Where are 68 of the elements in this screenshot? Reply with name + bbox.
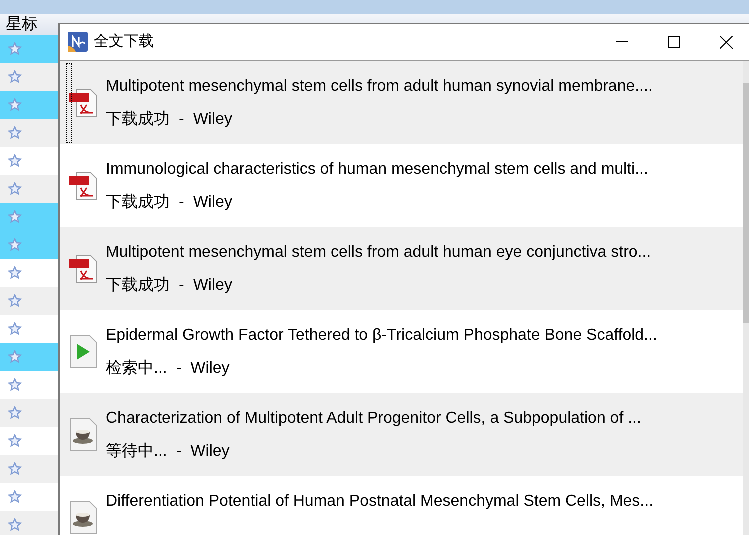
article-title: Multipotent mesenchymal stem cells from adult human eye conjunctiva stro... <box>106 242 652 262</box>
separator: - <box>179 276 184 296</box>
separator: - <box>179 110 184 130</box>
article-title: Characterization of Multipotent Adult Progenitor Cells, a Subpopulation of ... <box>106 408 642 428</box>
source-name: Wiley <box>193 192 232 212</box>
scrollbar-thumb[interactable] <box>743 83 749 323</box>
pdf-file-icon <box>68 86 100 118</box>
window-title: 全文下载 <box>94 32 154 52</box>
star-icon[interactable] <box>8 266 22 280</box>
star-icon[interactable] <box>8 518 22 532</box>
article-title: Epidermal Growth Factor Tethered to β-Tricalcium Phosphate Bone Scaffold... <box>106 326 658 346</box>
download-status: 下载成功 <box>106 276 170 296</box>
table-row[interactable] <box>0 455 58 483</box>
star-icon[interactable] <box>8 210 22 224</box>
source-name: Wiley <box>190 442 230 462</box>
table-row[interactable] <box>0 287 58 315</box>
star-icon[interactable] <box>8 238 22 252</box>
table-row[interactable] <box>0 399 58 427</box>
table-row[interactable] <box>0 231 58 259</box>
table-row[interactable] <box>0 63 58 91</box>
star-icon[interactable] <box>8 378 22 392</box>
star-icon[interactable] <box>8 154 22 168</box>
close-icon <box>720 36 732 48</box>
download-status: 下载成功 <box>106 192 170 212</box>
table-row[interactable] <box>0 175 58 203</box>
table-row[interactable] <box>0 91 58 119</box>
article-title: Immunological characteristics of human mesenchymal stem cells and multi... <box>106 160 648 180</box>
download-status: 检索中... <box>106 358 168 378</box>
download-item[interactable]: Multipotent mesenchymal stem cells from adult human synovial membrane.... 下载成功 - Wiley <box>60 61 743 144</box>
star-icon[interactable] <box>8 350 22 364</box>
star-icon[interactable] <box>8 126 22 140</box>
pdf-file-icon <box>68 252 100 284</box>
separator: - <box>176 442 182 462</box>
table-row[interactable] <box>0 511 58 535</box>
star-icon[interactable] <box>8 434 22 448</box>
star-icon[interactable] <box>8 406 22 420</box>
star-icon[interactable] <box>8 322 22 336</box>
table-row[interactable] <box>0 35 58 63</box>
coffee-cup-file-icon <box>70 418 98 452</box>
source-name: Wiley <box>190 358 230 378</box>
minimize-icon <box>616 41 628 43</box>
download-item[interactable]: Multipotent mesenchymal stem cells from adult human eye conjunctiva stro... 下载成功 - Wiley <box>60 227 743 310</box>
separator: - <box>179 192 184 212</box>
table-row[interactable] <box>0 203 58 231</box>
app-logo-icon <box>68 32 88 52</box>
star-icon[interactable] <box>8 490 22 504</box>
scrollbar[interactable] <box>743 61 749 535</box>
download-status: 等待中... <box>106 442 168 462</box>
play-file-icon <box>70 334 98 368</box>
star-icon[interactable] <box>8 42 22 56</box>
maximize-icon <box>668 36 680 48</box>
star-icon[interactable] <box>8 70 22 84</box>
pdf-file-icon <box>68 170 100 202</box>
table-row[interactable] <box>0 343 58 371</box>
star-icon[interactable] <box>8 98 22 112</box>
article-title: Differentiation Potential of Human Postnatal Mesenchymal Stem Cells, Mes... <box>106 492 654 512</box>
coffee-cup-file-icon <box>70 500 98 534</box>
source-name: Wiley <box>193 276 232 296</box>
article-title: Multipotent mesenchymal stem cells from adult human synovial membrane.... <box>106 76 653 96</box>
source-name: Wiley <box>193 110 232 130</box>
separator: - <box>176 358 182 378</box>
download-item[interactable]: Characterization of Multipotent Adult Progenitor Cells, a Subpopulation of ... 等待中... - Wiley <box>60 393 743 476</box>
column-header[interactable]: 星标 <box>0 14 50 35</box>
star-icon[interactable] <box>8 182 22 196</box>
star-icon[interactable] <box>8 294 22 308</box>
table-row[interactable] <box>0 119 58 147</box>
star-icon[interactable] <box>8 462 22 476</box>
download-status: 下载成功 <box>106 110 170 130</box>
